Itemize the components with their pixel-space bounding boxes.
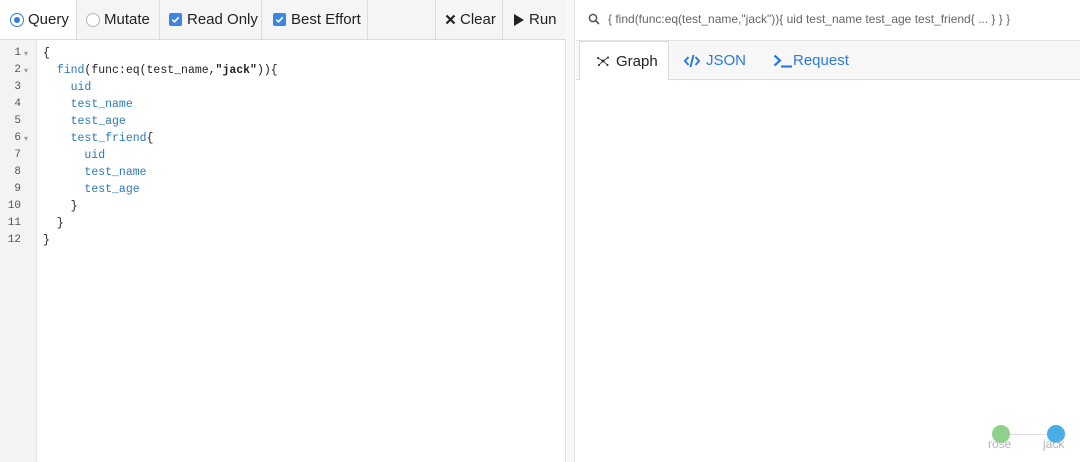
search-icon: [588, 13, 600, 25]
code-token: test_name: [84, 166, 147, 179]
mutate-mode-radio[interactable]: Mutate: [77, 0, 160, 39]
code-token: {: [146, 132, 154, 145]
fold-marker-icon[interactable]: ▾: [24, 134, 30, 143]
graph-node-label-rose: rose: [988, 437, 1012, 451]
tab-json[interactable]: JSON: [684, 41, 762, 80]
graph-node-label-jack: jack: [1043, 437, 1065, 451]
line-number: 12: [7, 234, 21, 246]
code-line: test_age: [43, 181, 140, 198]
graph-canvas[interactable]: rose jack: [576, 80, 1080, 462]
tab-request[interactable]: Request: [773, 41, 873, 80]
query-mode-label: Query: [28, 11, 69, 28]
line-number: 5: [14, 115, 21, 127]
line-number: 2: [14, 64, 21, 76]
graph-icon: [596, 55, 610, 67]
line-number: 6: [14, 132, 21, 144]
code-icon: [684, 54, 700, 68]
code-line: test_name: [43, 96, 133, 113]
run-label: Run: [529, 11, 557, 28]
mutate-mode-label: Mutate: [104, 11, 150, 28]
line-number: 3: [14, 81, 21, 93]
pane-splitter[interactable]: [567, 0, 575, 462]
code-line: test_friend{: [43, 130, 154, 147]
clear-button[interactable]: Clear: [435, 0, 503, 39]
close-icon: [445, 14, 456, 25]
code-token: {: [43, 47, 50, 60]
query-summary-text: { find(func:eq(test_name,"jack")){ uid t…: [608, 12, 1011, 26]
code-token: test_age: [70, 115, 126, 128]
line-number: 9: [14, 183, 21, 195]
run-button[interactable]: Run: [503, 0, 566, 39]
code-token: find: [56, 64, 85, 77]
read-only-label: Read Only: [187, 11, 258, 28]
code-line: {: [43, 45, 50, 62]
query-summary-header: { find(func:eq(test_name,"jack")){ uid t…: [576, 0, 1080, 38]
code-line: uid: [43, 147, 105, 164]
line-number-gutter: 1 2 3 4 5 6 7 8 9 10 11 12 ▾ ▾ ▾: [0, 40, 37, 462]
code-line: }: [43, 215, 64, 232]
code-token: test_name: [70, 98, 133, 111]
code-line: test_age: [43, 113, 126, 130]
play-icon: [513, 13, 525, 27]
code-token: }: [43, 217, 64, 230]
line-number: 4: [14, 98, 21, 110]
line-number: 10: [7, 200, 21, 212]
code-token: "jack": [215, 64, 257, 77]
best-effort-label: Best Effort: [291, 11, 361, 28]
tab-request-label: Request: [793, 52, 849, 69]
tab-graph[interactable]: Graph: [579, 41, 669, 81]
code-token: (func:eq(test_name,: [84, 64, 216, 77]
result-tabs: Graph JSON Request: [576, 40, 1080, 81]
code-token: test_age: [84, 183, 140, 196]
code-token: )){: [256, 64, 278, 77]
checkmark-icon: [169, 13, 182, 26]
line-number: 1: [14, 47, 21, 59]
code-line: }: [43, 232, 50, 249]
line-number: 11: [7, 217, 21, 229]
best-effort-checkbox[interactable]: Best Effort: [262, 0, 368, 39]
query-mode-radio[interactable]: Query: [0, 0, 77, 39]
tab-graph-label: Graph: [616, 52, 658, 70]
code-token: uid: [70, 81, 92, 94]
code-line: uid: [43, 79, 92, 96]
clear-label: Clear: [460, 11, 496, 28]
radio-unchecked-icon: [86, 12, 100, 27]
fold-marker-icon[interactable]: ▾: [24, 66, 30, 75]
code-token: }: [43, 234, 50, 247]
code-line: test_name: [43, 164, 147, 181]
code-token: }: [43, 200, 78, 213]
code-token: test_friend: [70, 132, 147, 145]
query-editor-pane: Query Mutate Read Only Best Effort Clear: [0, 0, 566, 462]
code-line: find(func:eq(test_name,"jack")){: [43, 62, 278, 79]
code-line: }: [43, 198, 78, 215]
terminal-icon: [773, 54, 793, 68]
fold-marker-icon[interactable]: ▾: [24, 49, 30, 58]
code-token: uid: [84, 149, 106, 162]
checkmark-icon: [273, 13, 286, 26]
line-number: 8: [14, 166, 21, 178]
radio-checked-icon: [10, 12, 24, 27]
read-only-checkbox[interactable]: Read Only: [160, 0, 262, 39]
tab-json-label: JSON: [706, 52, 747, 69]
line-number: 7: [14, 149, 21, 161]
results-pane: { find(func:eq(test_name,"jack")){ uid t…: [576, 0, 1080, 462]
editor-toolbar: Query Mutate Read Only Best Effort Clear: [0, 0, 566, 40]
